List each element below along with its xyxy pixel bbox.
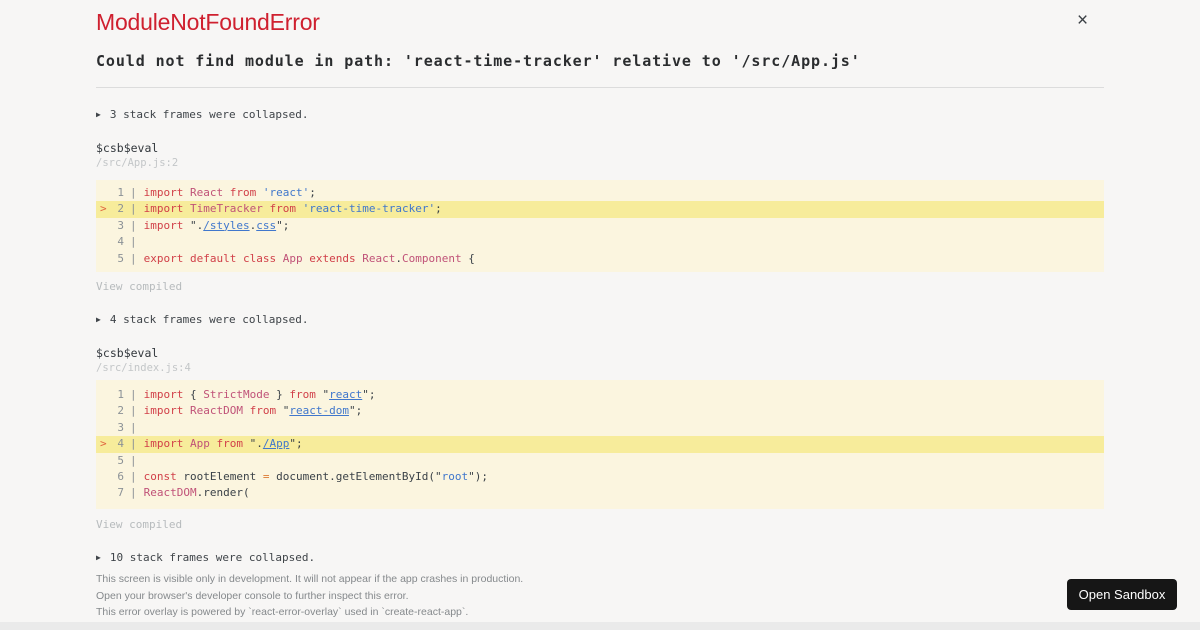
code-line: 5 | export default class App extends React… [117,251,475,265]
code-line: 4 | [117,235,137,249]
stack-frame-function: $csb$eval [96,346,159,360]
triangle-right-icon: ▶ [96,553,101,562]
collapsed-frames-label: 10 stack frames were collapsed. [109,551,316,564]
close-icon[interactable]: × [1077,11,1088,30]
dev-note: This error overlay is powered by `react-… [96,606,469,618]
code-snippet: 1 | import React from 'react'; >2 | import Ti… [96,180,1104,272]
code-line: 3 | [117,420,137,434]
collapsed-frames-label: 3 stack frames were collapsed. [109,108,309,121]
collapsed-frames-label: 4 stack frames were collapsed. [109,313,309,326]
stack-frame-function: $csb$eval [96,141,159,155]
dev-note: Open your browser's developer console to… [96,590,409,602]
code-line: >4 | import App from "./App"; [96,436,1104,453]
divider [96,87,1104,88]
collapsed-frames-toggle[interactable]: ▶ 10 stack frames were collapsed. [96,551,315,564]
code-line: 1 | import { StrictMode } from "react"; [117,388,376,401]
collapsed-frames-toggle[interactable]: ▶ 4 stack frames were collapsed. [96,313,309,326]
code-line: 7 | ReactDOM.render( [117,486,250,500]
code-line: 6 | const rootElement = document.getElemen… [117,469,489,483]
open-sandbox-button[interactable]: Open Sandbox [1067,579,1177,610]
view-compiled-link[interactable]: View compiled [96,518,182,531]
code-line: 1 | import React from 'react'; [117,186,316,199]
view-compiled-link[interactable]: View compiled [96,280,182,293]
code-line: 5 | [117,453,137,467]
error-message: Could not find module in path: 'react-ti… [96,52,861,70]
code-line: 2 | import ReactDOM from "react-dom"; [117,404,363,418]
viewport-edge [0,622,1200,630]
collapsed-frames-toggle[interactable]: ▶ 3 stack frames were collapsed. [96,108,309,121]
stack-frame-location: /src/App.js:2 [96,157,179,169]
code-snippet: 1 | import { StrictMode } from "react"; 2 | i… [96,380,1104,509]
code-line: >2 | import TimeTracker from 'react-time-t… [96,201,1104,218]
stack-frame-location: /src/index.js:4 [96,362,191,374]
triangle-right-icon: ▶ [96,110,101,119]
code-line: 3 | import "./styles.css"; [117,218,290,232]
error-title: ModuleNotFoundError [96,9,320,35]
dev-note: This screen is visible only in developme… [96,573,524,585]
triangle-right-icon: ▶ [96,315,101,324]
